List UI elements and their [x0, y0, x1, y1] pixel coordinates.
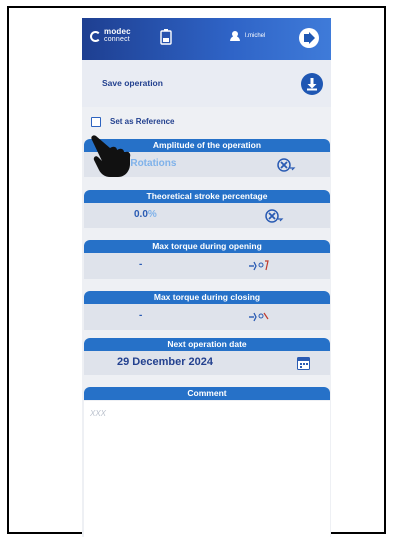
torque-closing-card: Max torque during closing -: [84, 291, 330, 330]
stroke-number: 0.0: [134, 209, 148, 220]
download-icon: [307, 78, 317, 91]
pointing-hand-icon: [91, 135, 131, 177]
stroke-unit: %: [147, 209, 157, 220]
user-info[interactable]: l.michel: [230, 31, 265, 41]
set-reference-label[interactable]: Set as Reference: [110, 117, 174, 126]
comment-placeholder: XXX: [90, 409, 107, 418]
save-operation-label: Save operation: [102, 78, 163, 88]
save-operation-button[interactable]: [301, 73, 323, 95]
username: l.michel: [245, 33, 266, 39]
brand-ring-icon: [90, 30, 101, 42]
save-operation-row: Save operation: [82, 60, 331, 107]
next-operation-card: Next operation date 29 December 2024: [84, 338, 330, 375]
amplitude-unit: Rotations: [130, 158, 177, 169]
comment-textarea[interactable]: XXX: [84, 401, 330, 537]
torque-close-icon: [249, 312, 269, 322]
torque-opening-card: Max torque during opening -: [84, 240, 330, 279]
torque-opening-value: -: [139, 259, 143, 270]
torque-closing-body: -: [84, 304, 330, 330]
calendar-icon[interactable]: [297, 356, 310, 370]
reference-row: Set as Reference: [82, 108, 331, 136]
torque-closing-value: -: [139, 310, 143, 321]
top-bar: modec connect l.michel: [82, 18, 331, 60]
rotation-icon: [265, 209, 284, 223]
brand-subname: connect: [104, 36, 130, 43]
set-reference-checkbox[interactable]: [91, 117, 101, 127]
torque-opening-title: Max torque during opening: [84, 240, 330, 253]
mobile-app-screen: modec connect l.michel Save operation Se…: [82, 18, 331, 537]
rotation-icon: [277, 158, 296, 172]
torque-open-icon: [249, 260, 269, 271]
stroke-value: 0.0%: [134, 209, 157, 220]
logout-icon: [304, 32, 315, 44]
battery-icon: [160, 29, 172, 45]
torque-opening-body: -: [84, 253, 330, 279]
stroke-title: Theoretical stroke percentage: [84, 190, 330, 203]
torque-closing-title: Max torque during closing: [84, 291, 330, 304]
comment-card: Comment XXX: [84, 387, 330, 537]
brand-name: modec: [104, 27, 131, 36]
stroke-card: Theoretical stroke percentage 0.0%: [84, 190, 330, 228]
logout-button[interactable]: [299, 28, 319, 48]
next-operation-body[interactable]: 29 December 2024: [84, 351, 330, 375]
brand-logo: modec connect: [90, 28, 131, 44]
next-operation-title: Next operation date: [84, 338, 330, 351]
user-icon: [230, 31, 240, 41]
stroke-body: 0.0%: [84, 203, 330, 228]
next-operation-date[interactable]: 29 December 2024: [117, 356, 213, 368]
comment-title: Comment: [84, 387, 330, 400]
